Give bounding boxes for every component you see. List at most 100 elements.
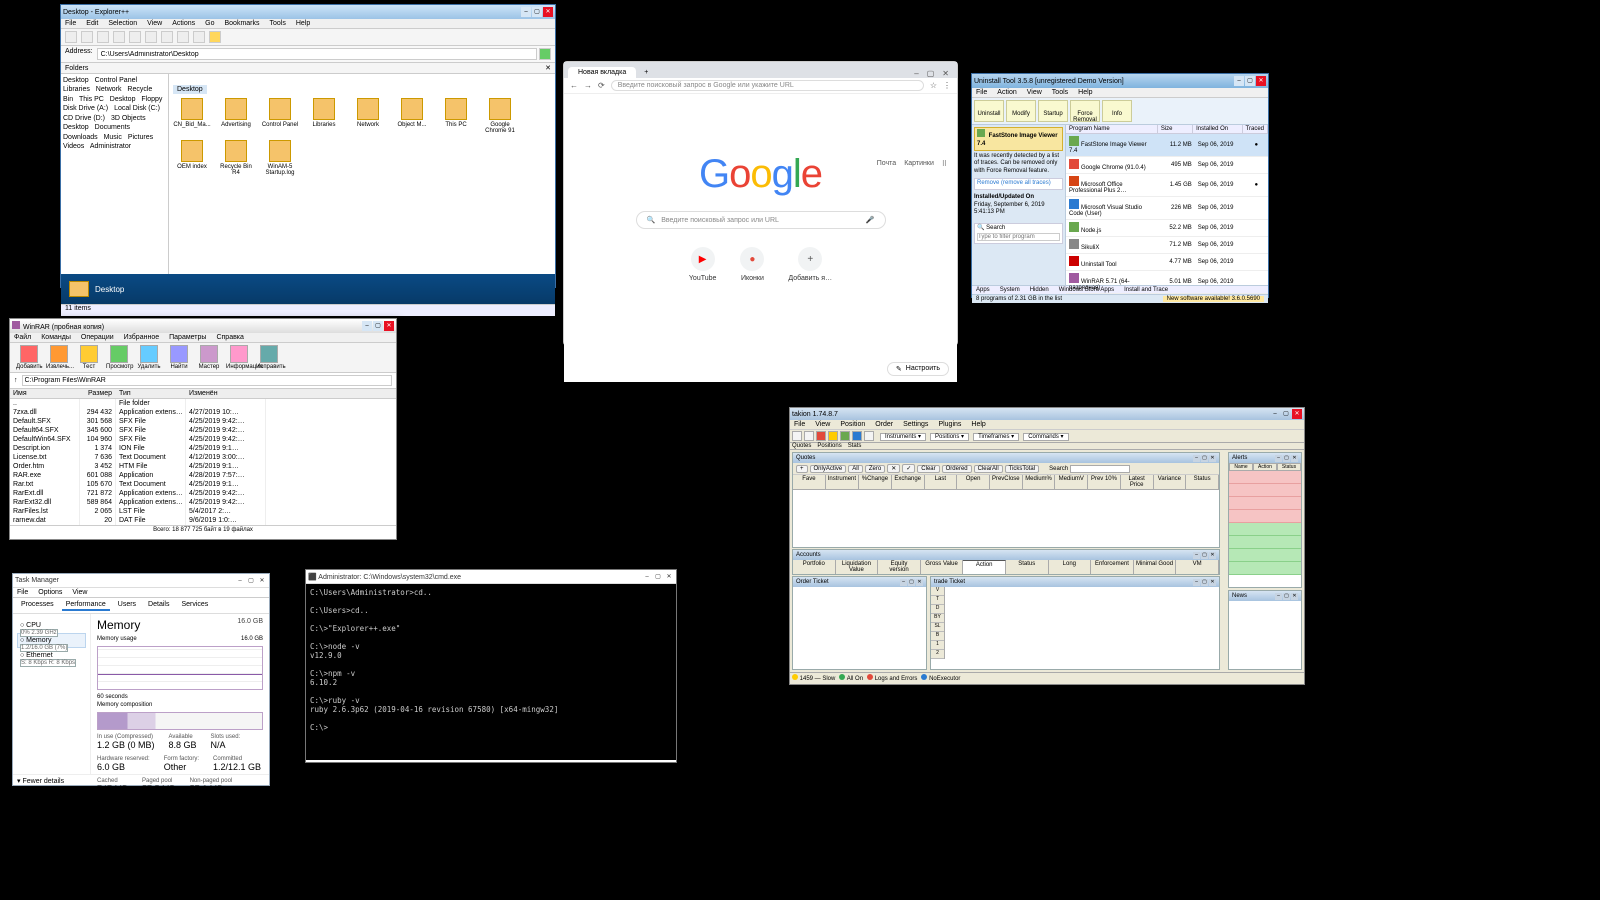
col-header[interactable]: Fave	[793, 475, 826, 489]
side-button[interactable]: V	[931, 587, 944, 596]
menu-item[interactable]: Plugins	[938, 421, 961, 428]
menu-item[interactable]: Tools	[270, 20, 286, 27]
program-row[interactable]: Microsoft Visual Studio Code (User)226 M…	[1066, 197, 1268, 220]
max-icon[interactable]: ▢	[908, 579, 915, 586]
toolbar-button[interactable]: Найти	[166, 345, 192, 370]
close-icon[interactable]: ✕	[1209, 579, 1216, 586]
col-header[interactable]: Long	[1049, 560, 1092, 574]
col-header[interactable]: Status	[1277, 463, 1301, 471]
menu-item[interactable]: Settings	[903, 421, 928, 428]
max-icon[interactable]: ▢	[1201, 455, 1208, 462]
menu-item[interactable]: Positions	[817, 443, 841, 449]
menu-item[interactable]: Tools	[1052, 89, 1068, 96]
toolbar-icon[interactable]	[840, 431, 850, 441]
menu-item[interactable]: Quotes	[792, 443, 811, 449]
menu-item[interactable]: Bookmarks	[225, 20, 260, 27]
menu-item[interactable]: Position	[840, 421, 865, 428]
col-header[interactable]: PrevClose	[990, 475, 1023, 489]
star-icon[interactable]: ☆	[930, 81, 937, 90]
col-header[interactable]: Medium%	[1023, 475, 1056, 489]
menu-item[interactable]: Stats	[848, 443, 862, 449]
toolbar-button[interactable]: Исправить	[256, 345, 282, 370]
col-header[interactable]: %Change	[859, 475, 892, 489]
menu-item[interactable]: Справка	[216, 334, 243, 341]
toolbar-dropdown[interactable]: Timeframes ▾	[973, 433, 1019, 441]
menu-item[interactable]: System	[1000, 287, 1020, 293]
col-date[interactable]: Installed On	[1193, 125, 1242, 133]
maximize-button[interactable]: ▢	[373, 321, 383, 331]
program-row[interactable]: Node.js52.2 MBSep 06, 2019	[1066, 220, 1268, 237]
ntp-shortcut[interactable]: +Добавить я…	[788, 247, 832, 282]
menu-item[interactable]: CD Drive (D:)	[63, 115, 105, 122]
col-header[interactable]: Latest Price	[1121, 475, 1154, 489]
close-button[interactable]: ✕	[942, 69, 949, 78]
menu-item[interactable]: Options	[38, 589, 62, 596]
menu-item[interactable]: View	[72, 589, 87, 596]
min-icon[interactable]: –	[900, 579, 907, 586]
quotes-tool[interactable]: Clear	[917, 465, 939, 473]
omnibox[interactable]: Введите поисковый запрос в Google или ук…	[611, 80, 924, 91]
menu-icon[interactable]: ⋮	[943, 81, 951, 90]
menu-item[interactable]: Help	[971, 421, 985, 428]
desktop-item[interactable]: Libraries	[305, 98, 343, 134]
up-icon[interactable]: ↑	[14, 377, 18, 384]
file-row[interactable]: RarExt32.dll589 864Application extens…4/…	[10, 498, 396, 507]
ntp-shortcut[interactable]: ▶YouTube	[689, 247, 717, 282]
menu-item[interactable]: View	[147, 20, 162, 27]
side-button[interactable]: B	[931, 632, 944, 641]
menu-item[interactable]: Action	[997, 89, 1016, 96]
col-header[interactable]: Last	[925, 475, 958, 489]
address-input[interactable]	[97, 48, 537, 60]
col-header[interactable]: Variance	[1154, 475, 1187, 489]
col-header[interactable]: Instrument	[826, 475, 859, 489]
minimize-button[interactable]: –	[1234, 76, 1244, 86]
menu-item[interactable]: Music	[102, 134, 122, 141]
max-icon[interactable]: ▢	[1201, 579, 1208, 586]
min-icon[interactable]: –	[1275, 455, 1282, 462]
close-button[interactable]: ✕	[257, 576, 267, 586]
refresh-icon[interactable]	[193, 31, 205, 43]
toolbar-button[interactable]: Тест	[76, 345, 102, 370]
menu-item[interactable]: Операции	[81, 334, 114, 341]
quotes-tool[interactable]: All	[848, 465, 863, 473]
col-header[interactable]: Name	[1229, 463, 1253, 471]
copy-icon[interactable]	[129, 31, 141, 43]
go-button[interactable]	[539, 48, 551, 60]
close-icon[interactable]: ✕	[1209, 455, 1216, 462]
col-header[interactable]: Prev 10%	[1088, 475, 1121, 489]
menu-item[interactable]: Install and Trace	[1124, 287, 1168, 293]
file-row[interactable]: rarnew.dat20DAT File9/6/2019 1:0:…	[10, 516, 396, 525]
tab[interactable]: Services	[177, 600, 212, 611]
col-type[interactable]: Тип	[116, 389, 186, 398]
menu-item[interactable]: View	[815, 421, 830, 428]
menu-item[interactable]: File	[65, 20, 76, 27]
col-name[interactable]: Program Name	[1066, 125, 1158, 133]
voice-icon[interactable]: 🎤	[866, 216, 875, 224]
menu-item[interactable]: Desktop	[63, 124, 89, 131]
close-icon[interactable]: ✕	[1209, 552, 1216, 559]
toolbar-button[interactable]: Modify	[1006, 100, 1036, 122]
properties-icon[interactable]	[177, 31, 189, 43]
maximize-button[interactable]: ▢	[927, 69, 935, 78]
desktop-item[interactable]: Recycle Bin R4	[217, 140, 255, 176]
toolbar-button[interactable]: Просмотр	[106, 345, 132, 370]
minimize-button[interactable]: –	[642, 572, 652, 582]
close-icon[interactable]: ✕	[1291, 455, 1298, 462]
browser-tab[interactable]: Новая вкладка	[568, 67, 636, 78]
menu-item[interactable]: Selection	[108, 20, 137, 27]
toolbar-dropdown[interactable]: Positions ▾	[930, 433, 969, 441]
menu-item[interactable]: Desktop	[63, 77, 89, 84]
menu-item[interactable]: Documents	[93, 124, 130, 131]
col-size[interactable]: Size	[1158, 125, 1193, 133]
maximize-button[interactable]: ▢	[653, 572, 663, 582]
star-icon[interactable]	[209, 31, 221, 43]
side-button[interactable]: 1	[931, 641, 944, 650]
cut-icon[interactable]	[113, 31, 125, 43]
menu-item[interactable]: Administrator	[88, 143, 131, 150]
toolbar-button[interactable]: Info	[1102, 100, 1132, 122]
col-header[interactable]: MediumV	[1055, 475, 1088, 489]
col-header[interactable]: Action	[1253, 463, 1277, 471]
back-button[interactable]: ←	[570, 81, 578, 90]
customize-button[interactable]: ✎ Настроить	[887, 362, 949, 376]
program-row[interactable]: SikuliX71.2 MBSep 06, 2019	[1066, 237, 1268, 254]
